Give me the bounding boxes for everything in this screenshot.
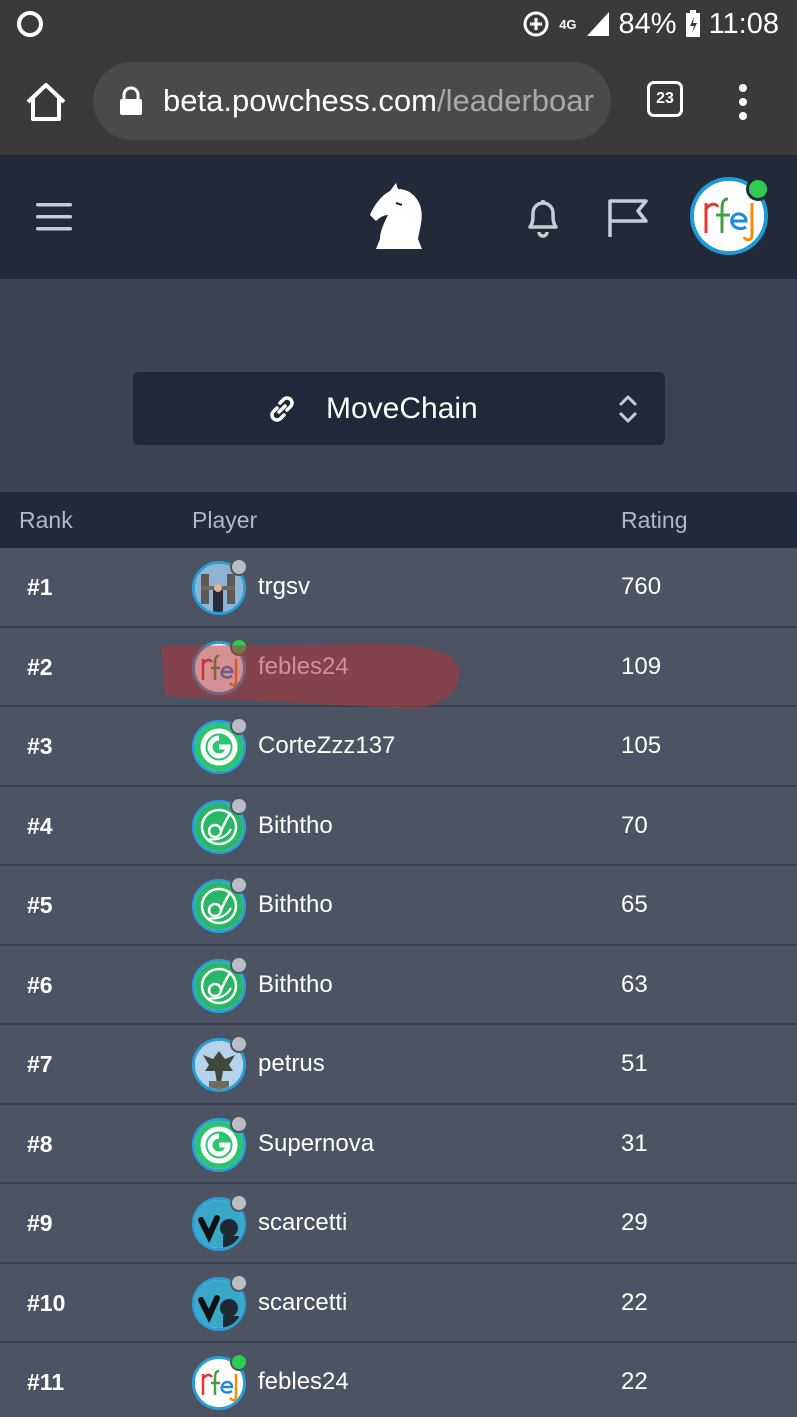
- rank-cell: #6: [27, 971, 53, 998]
- leaderboard-rows: #1 trgsv 760 #2 febles24 109 #3 CorteZzz137 105 #…: [0, 548, 797, 1417]
- player-name-link[interactable]: trgsv: [258, 572, 310, 602]
- address-bar[interactable]: beta.powchess.com/leaderboar: [93, 62, 611, 140]
- network-type: 4G: [559, 16, 577, 32]
- battery-percent: 84%: [618, 7, 677, 40]
- status-indicator: [230, 717, 248, 735]
- table-row[interactable]: #3 CorteZzz137 105: [0, 707, 797, 787]
- player-avatar[interactable]: [192, 637, 248, 695]
- player-avatar[interactable]: [192, 1035, 248, 1092]
- rating-cell: 65: [621, 891, 648, 918]
- lock-icon: [120, 86, 142, 115]
- url-host: beta.powchess.com: [163, 83, 437, 118]
- rating-cell: 31: [621, 1129, 648, 1157]
- app-notification-icon: [17, 11, 43, 37]
- rank-cell: #4: [27, 812, 53, 839]
- rating-cell: 109: [621, 652, 662, 680]
- status-indicator: [230, 1114, 248, 1133]
- status-indicator: [230, 796, 248, 815]
- table-row[interactable]: #2 febles24 109: [0, 627, 797, 707]
- player-name-link[interactable]: febles24: [258, 1367, 349, 1397]
- column-rank: Rank: [19, 507, 73, 533]
- rating-cell: 22: [621, 1288, 648, 1316]
- url-text: beta.powchess.com/leaderboar: [163, 82, 594, 120]
- user-online-indicator: [746, 177, 770, 201]
- status-indicator: [230, 955, 248, 974]
- player-name-link[interactable]: Biththo: [258, 890, 333, 920]
- table-row[interactable]: #4 Biththo 70: [0, 786, 797, 866]
- rank-cell: #2: [27, 653, 53, 680]
- rank-cell: #3: [27, 733, 53, 759]
- url-path: /leaderboar: [436, 83, 594, 118]
- player-name-link[interactable]: scarcetti: [258, 1208, 347, 1238]
- status-bar: 4G 84% 11:08: [0, 0, 797, 48]
- battery-icon: [685, 10, 700, 37]
- rating-cell: 22: [621, 1368, 648, 1395]
- table-row[interactable]: #9 scarcetti 29: [0, 1184, 797, 1264]
- table-row[interactable]: #11 febles24 22: [0, 1343, 797, 1417]
- rank-cell: #1: [27, 574, 53, 600]
- more-options-icon[interactable]: [728, 80, 758, 124]
- browser-toolbar: beta.powchess.com/leaderboar 23: [0, 48, 797, 155]
- rating-cell: 29: [621, 1209, 648, 1236]
- hamburger-menu-icon[interactable]: [34, 199, 74, 235]
- player-name-link[interactable]: scarcetti: [258, 1288, 347, 1318]
- status-indicator: [230, 1194, 248, 1212]
- game-mode-selector[interactable]: MoveChain: [133, 372, 665, 445]
- status-indicator: [230, 558, 248, 576]
- rank-cell: #10: [27, 1289, 66, 1316]
- link-icon: [270, 396, 294, 422]
- rating-cell: 760: [621, 573, 662, 600]
- player-name-link[interactable]: Biththo: [258, 811, 333, 841]
- chevron-up-down-icon: [619, 395, 637, 423]
- player-avatar[interactable]: [192, 1194, 248, 1251]
- status-icons: 4G 84% 11:08: [521, 6, 779, 42]
- tab-switcher-button[interactable]: 23: [647, 81, 683, 117]
- knight-logo-icon[interactable]: [362, 183, 434, 251]
- player-avatar[interactable]: [192, 1114, 248, 1172]
- player-avatar[interactable]: [192, 955, 248, 1013]
- player-avatar[interactable]: [192, 1353, 248, 1410]
- status-indicator: [230, 1035, 248, 1053]
- home-icon[interactable]: [24, 80, 68, 124]
- app-header: [0, 155, 797, 279]
- player-name-link[interactable]: Biththo: [258, 970, 333, 1000]
- rating-cell: 105: [621, 732, 662, 759]
- player-avatar[interactable]: [192, 876, 248, 933]
- player-name-link[interactable]: Supernova: [258, 1129, 374, 1159]
- rank-cell: #7: [27, 1051, 53, 1077]
- player-avatar[interactable]: [192, 1273, 248, 1331]
- table-row[interactable]: #1 trgsv 760: [0, 548, 797, 628]
- table-row[interactable]: #7 petrus 51: [0, 1025, 797, 1105]
- rank-cell: #9: [27, 1210, 53, 1236]
- table-row[interactable]: #5 Biththo 65: [0, 866, 797, 946]
- data-saver-icon: [523, 11, 549, 37]
- player-name-link[interactable]: febles24: [258, 652, 349, 682]
- status-indicator: [230, 876, 248, 894]
- rank-cell: #11: [27, 1369, 65, 1395]
- rating-cell: 63: [621, 970, 648, 998]
- status-indicator: [230, 637, 248, 656]
- status-indicator: [230, 1353, 248, 1371]
- player-name-link[interactable]: petrus: [258, 1049, 325, 1079]
- rating-cell: 70: [621, 811, 648, 839]
- column-rating: Rating: [621, 507, 688, 533]
- leaderboard-header: Rank Player Rating: [0, 492, 797, 548]
- table-row[interactable]: #10 scarcetti 22: [0, 1263, 797, 1343]
- bell-icon[interactable]: [522, 195, 564, 239]
- flag-icon[interactable]: [604, 195, 652, 239]
- rating-cell: 51: [621, 1050, 648, 1077]
- player-avatar[interactable]: [192, 558, 248, 615]
- rank-cell: #8: [27, 1130, 53, 1157]
- signal-icon: [586, 12, 609, 36]
- rank-cell: #5: [27, 892, 53, 918]
- status-indicator: [230, 1273, 248, 1292]
- table-row[interactable]: #8 Supernova 31: [0, 1104, 797, 1184]
- clock: 11:08: [708, 7, 779, 40]
- player-avatar[interactable]: [192, 717, 248, 774]
- selector-label: MoveChain: [326, 392, 478, 425]
- player-name-link[interactable]: CorteZzz137: [258, 731, 395, 761]
- table-row[interactable]: #6 Biththo 63: [0, 945, 797, 1025]
- player-avatar[interactable]: [192, 796, 248, 854]
- column-player: Player: [192, 507, 258, 533]
